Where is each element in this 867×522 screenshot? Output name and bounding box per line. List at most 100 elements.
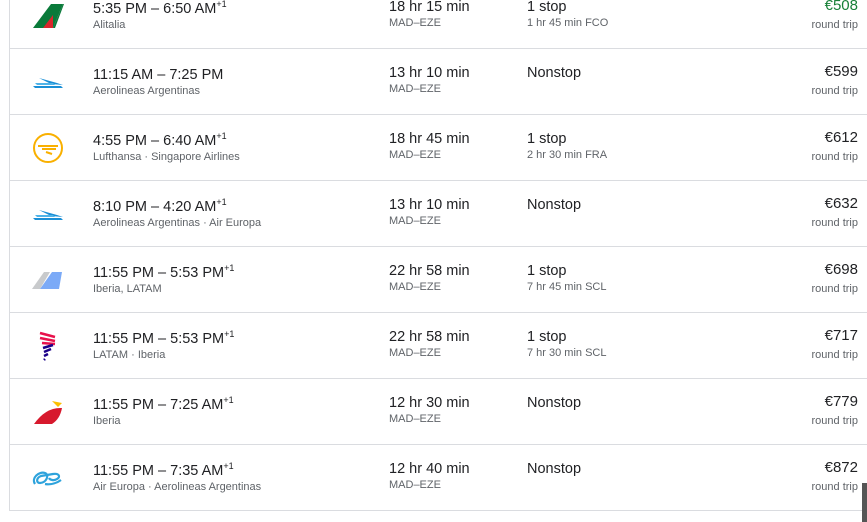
flight-price: €872 round trip xyxy=(812,459,858,493)
route: MAD–EZE xyxy=(389,215,441,227)
flight-row[interactable]: 11:15 AM – 7:25 PM Aerolineas Argentinas… xyxy=(10,49,867,115)
flight-price: €698 round trip xyxy=(812,261,858,295)
airline-names: Aerolineas Argentinas · Air Europa xyxy=(93,216,262,229)
departure-time: 8:10 PM xyxy=(93,198,147,215)
stops-text: 1 stop xyxy=(527,329,567,345)
flight-times: 11:55 PM – 5:53 PM+1 LATAM · Iberia xyxy=(93,329,235,361)
flight-duration: 18 hr 15 min MAD–EZE xyxy=(389,0,470,29)
flight-price: €632 round trip xyxy=(812,195,858,229)
departure-time: 4:55 PM xyxy=(93,132,147,149)
layover: 7 hr 30 min SCL xyxy=(527,347,607,359)
departure-time: 11:55 PM xyxy=(93,396,154,413)
day-offset: +1 xyxy=(216,131,227,141)
flight-price: €508 round trip xyxy=(812,0,858,31)
flight-price: €779 round trip xyxy=(812,393,858,427)
stops-text: 1 stop xyxy=(527,0,567,15)
route: MAD–EZE xyxy=(389,83,441,95)
airline-names: Iberia, LATAM xyxy=(93,282,162,295)
route: MAD–EZE xyxy=(389,479,441,491)
day-offset: +1 xyxy=(223,461,234,471)
route: MAD–EZE xyxy=(389,347,441,359)
day-offset: +1 xyxy=(224,263,235,273)
flight-price: €717 round trip xyxy=(812,327,858,361)
flight-duration: 13 hr 10 min MAD–EZE xyxy=(389,197,470,227)
flight-times: 11:55 PM – 7:25 AM+1 Iberia xyxy=(93,395,234,427)
price-value: €717 xyxy=(824,327,858,344)
airline-names: Iberia xyxy=(93,414,121,427)
price-type: round trip xyxy=(811,481,858,493)
flight-row[interactable]: 11:55 PM – 5:53 PM+1 Iberia, LATAM 22 hr… xyxy=(10,247,867,313)
flight-stops: 1 stop 7 hr 30 min SCL xyxy=(527,329,606,359)
airline-names: Alitalia xyxy=(93,18,126,31)
flight-row[interactable]: 11:55 PM – 5:53 PM+1 LATAM · Iberia 22 h… xyxy=(10,313,867,379)
flight-stops: 1 stop 7 hr 45 min SCL xyxy=(527,263,606,293)
stops-text: Nonstop xyxy=(527,461,582,477)
arrival-time: 6:50 AM xyxy=(163,0,217,17)
duration-text: 22 hr 58 min xyxy=(389,329,470,345)
price-value: €508 xyxy=(824,0,858,14)
day-offset: +1 xyxy=(216,0,227,9)
flight-stops: 1 stop 1 hr 45 min FCO xyxy=(527,0,608,29)
stops-text: Nonstop xyxy=(527,65,582,81)
day-offset: +1 xyxy=(223,395,234,405)
price-value: €632 xyxy=(824,195,858,212)
duration-text: 12 hr 40 min xyxy=(389,461,470,477)
arrival-time: 4:20 AM xyxy=(163,198,217,215)
flight-row[interactable]: 5:35 PM – 6:50 AM+1 Alitalia 18 hr 15 mi… xyxy=(10,0,867,49)
price-type: round trip xyxy=(811,283,858,295)
layover: 7 hr 45 min SCL xyxy=(527,281,607,293)
price-type: round trip xyxy=(811,349,858,361)
flight-stops: Nonstop xyxy=(527,395,581,413)
duration-text: 12 hr 30 min xyxy=(389,395,470,411)
departure-time: 11:15 AM xyxy=(93,66,154,83)
flight-stops: 1 stop 2 hr 30 min FRA xyxy=(527,131,607,161)
route: MAD–EZE xyxy=(389,149,441,161)
flight-row[interactable]: 4:55 PM – 6:40 AM+1 Lufthansa · Singapor… xyxy=(10,115,867,181)
flight-row[interactable]: 11:55 PM – 7:25 AM+1 Iberia 12 hr 30 min… xyxy=(10,379,867,445)
price-type: round trip xyxy=(811,415,858,427)
duration-text: 13 hr 10 min xyxy=(389,65,470,81)
price-type: round trip xyxy=(811,85,858,97)
flight-duration: 13 hr 10 min MAD–EZE xyxy=(389,65,470,95)
duration-text: 13 hr 10 min xyxy=(389,197,470,213)
price-type: round trip xyxy=(811,217,858,229)
arrival-time: 7:35 AM xyxy=(170,462,224,479)
airline-names: Aerolineas Argentinas xyxy=(93,84,201,97)
flight-duration: 18 hr 45 min MAD–EZE xyxy=(389,131,470,161)
scrollbar[interactable] xyxy=(862,483,867,522)
latam-logo xyxy=(30,330,66,362)
flight-stops: Nonstop xyxy=(527,461,581,479)
flight-row[interactable]: 11:55 PM – 7:35 AM+1 Air Europa · Aeroli… xyxy=(10,445,867,511)
arrival-time: 7:25 PM xyxy=(169,66,224,83)
price-value: €779 xyxy=(824,393,858,410)
price-value: €612 xyxy=(824,129,858,146)
flight-duration: 12 hr 30 min MAD–EZE xyxy=(389,395,470,425)
day-offset: +1 xyxy=(216,197,227,207)
arrival-time: 7:25 AM xyxy=(170,396,224,413)
stops-text: 1 stop xyxy=(527,131,567,147)
departure-time: 11:55 PM xyxy=(93,330,154,347)
flight-duration: 22 hr 58 min MAD–EZE xyxy=(389,263,470,293)
layover: 2 hr 30 min FRA xyxy=(527,149,608,161)
airline-names: Lufthansa · Singapore Airlines xyxy=(93,150,240,163)
alitalia-logo xyxy=(30,0,66,32)
flight-times: 4:55 PM – 6:40 AM+1 Lufthansa · Singapor… xyxy=(93,131,240,163)
departure-time: 11:55 PM xyxy=(93,264,154,281)
iberia-logo xyxy=(30,396,66,428)
duration-text: 22 hr 58 min xyxy=(389,263,470,279)
flight-duration: 22 hr 58 min MAD–EZE xyxy=(389,329,470,359)
route: MAD–EZE xyxy=(389,17,441,29)
flight-times: 5:35 PM – 6:50 AM+1 Alitalia xyxy=(93,0,227,31)
stops-text: 1 stop xyxy=(527,263,567,279)
price-value: €872 xyxy=(824,459,858,476)
airline-names: Air Europa · Aerolineas Argentinas xyxy=(93,480,262,493)
air-europa-logo xyxy=(30,462,66,494)
flight-price: €599 round trip xyxy=(812,63,858,97)
stops-text: Nonstop xyxy=(527,395,582,411)
price-value: €698 xyxy=(824,261,858,278)
flight-row[interactable]: 8:10 PM – 4:20 AM+1 Aerolineas Argentina… xyxy=(10,181,867,247)
aerolineas-argentinas-logo xyxy=(30,66,66,98)
lufthansa-logo xyxy=(30,132,66,164)
arrival-time: 5:53 PM xyxy=(170,264,225,281)
price-value: €599 xyxy=(824,63,858,80)
